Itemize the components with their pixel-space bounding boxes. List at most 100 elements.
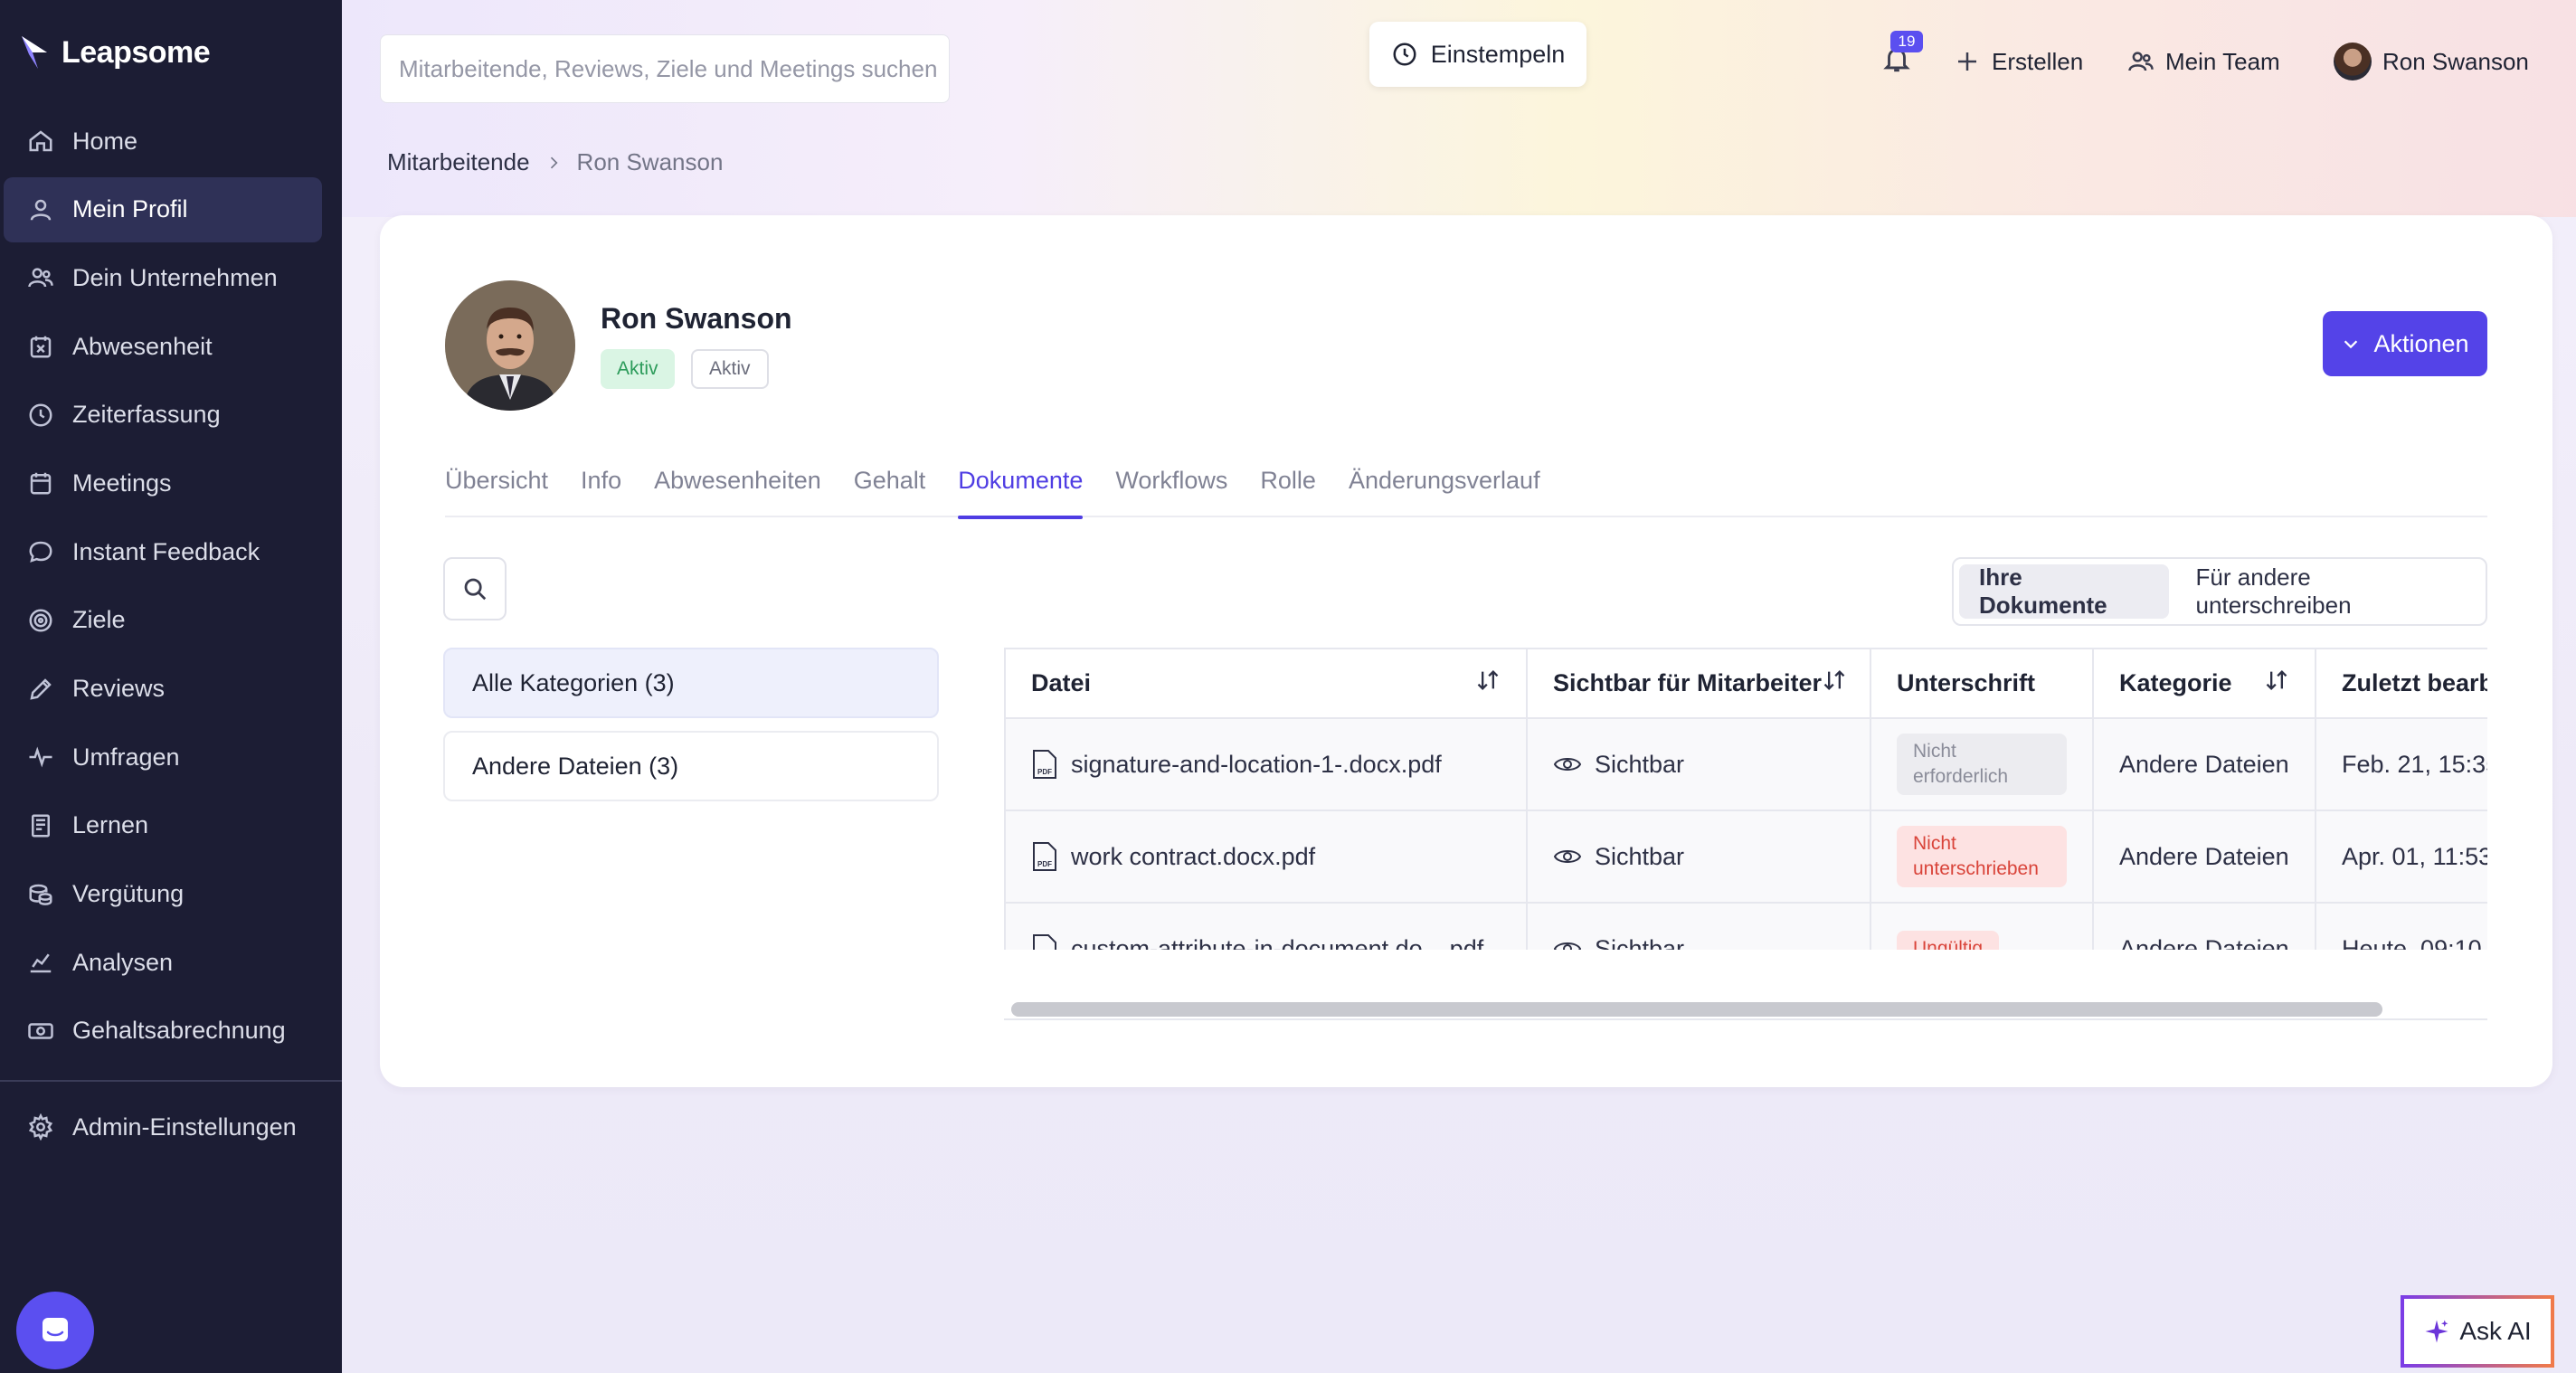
sidebar-item-meetings[interactable]: Meetings (4, 450, 322, 516)
sidebar-item-admin-einstellungen[interactable]: Admin-Einstellungen (4, 1094, 322, 1160)
tab-info[interactable]: Info (581, 461, 621, 517)
pencil-icon (30, 677, 52, 700)
pulse-icon (29, 746, 52, 768)
pdf-file-icon: PDF (1033, 842, 1056, 871)
user-menu[interactable]: Ron Swanson (2334, 43, 2529, 80)
tab-workflows[interactable]: Workflows (1115, 461, 1227, 517)
table-header-row: Datei Sichtbar für Mitarbeiter Unterschr… (1006, 649, 2487, 719)
chart-icon (30, 953, 52, 973)
create-button[interactable]: Erstellen (1954, 43, 2083, 80)
status-badge: Aktiv (601, 349, 675, 389)
ask-ai-label: Ask AI (2459, 1317, 2532, 1345)
sidebar-item-home[interactable]: Home (4, 109, 322, 174)
sidebar-item-label: Vergütung (72, 880, 185, 908)
leapsome-logo[interactable]: Leapsome (20, 33, 211, 72)
sidebar-item-label: Gehaltsabrechnung (72, 1017, 286, 1045)
sidebar-item-ziele[interactable]: Ziele (4, 588, 322, 653)
column-header-sichtbar[interactable]: Sichtbar für Mitarbeiter (1527, 649, 1871, 719)
my-team-button[interactable]: Mein Team (2127, 43, 2280, 80)
chat-icon (29, 541, 52, 563)
modified-cell: Feb. 21, 15:35 (2316, 718, 2487, 811)
column-header-label: Datei (1031, 669, 1092, 696)
coins-icon (29, 884, 52, 905)
ask-ai-button[interactable]: Ask AI (2401, 1295, 2554, 1368)
tab-rolle[interactable]: Rolle (1260, 461, 1316, 517)
tab-aenderungsverlauf[interactable]: Änderungsverlauf (1349, 461, 1540, 517)
money-icon (28, 1023, 53, 1039)
profile-name: Ron Swanson (601, 302, 792, 335)
document-search-button[interactable] (443, 557, 507, 620)
tab-abwesenheiten[interactable]: Abwesenheiten (654, 461, 821, 517)
profile-tabs: Übersicht Info Abwesenheiten Gehalt Doku… (445, 461, 2487, 519)
actions-button[interactable]: Aktionen (2323, 311, 2487, 376)
column-header-datei[interactable]: Datei (1006, 649, 1528, 719)
my-team-label: Mein Team (2165, 47, 2280, 75)
sidebar-item-analysen[interactable]: Analysen (4, 930, 322, 995)
tab-uebersicht[interactable]: Übersicht (445, 461, 548, 517)
eye-icon (1553, 758, 1582, 771)
sidebar: Leapsome Home Mein Profil Dein Unternehm… (0, 0, 342, 1373)
sort-icon[interactable] (1822, 668, 1847, 693)
category-alle-kategorien[interactable]: Alle Kategorien (3) (443, 648, 939, 718)
sidebar-item-dein-unternehmen[interactable]: Dein Unternehmen (4, 245, 322, 310)
modified-cell: Heute, 09:10 (2316, 903, 2487, 950)
create-label: Erstellen (1992, 47, 2084, 75)
sidebar-item-reviews[interactable]: Reviews (4, 657, 322, 722)
chevron-down-icon (2344, 340, 2358, 349)
sidebar-item-instant-feedback[interactable]: Instant Feedback (4, 519, 322, 584)
home-icon (29, 130, 52, 152)
visibility-label: Sichtbar (1595, 934, 1685, 951)
clock-in-label: Einstempeln (1430, 40, 1566, 68)
sidebar-item-gehaltsabrechnung[interactable]: Gehaltsabrechnung (4, 999, 322, 1064)
signature-status-badge: Nicht erforderlich (1897, 734, 2067, 795)
signature-status-badge: Nicht unterschrieben (1897, 826, 2067, 887)
file-name[interactable]: signature-and-location-1-.docx.pdf (1071, 751, 1442, 779)
clock-in-button[interactable]: Einstempeln (1369, 22, 1586, 87)
sidebar-item-zeiterfassung[interactable]: Zeiterfassung (4, 383, 322, 448)
global-search[interactable] (380, 34, 950, 103)
sidebar-item-umfragen[interactable]: Umfragen (4, 724, 322, 790)
sort-icon[interactable] (2264, 668, 2289, 693)
table-row[interactable]: PDF work contract.docx.pdf Sichtbar Nich… (1006, 810, 2487, 904)
sidebar-item-label: Meetings (72, 469, 172, 497)
users-icon (28, 268, 53, 288)
column-header-kategorie[interactable]: Kategorie (2093, 649, 2316, 719)
sort-icon[interactable] (1475, 668, 1501, 693)
search-icon (464, 578, 487, 601)
sidebar-item-abwesenheit[interactable]: Abwesenheit (4, 314, 322, 379)
table-scroll-track (1004, 1018, 2487, 1020)
visibility-label: Sichtbar (1595, 750, 1685, 778)
calendar-icon (30, 473, 52, 495)
tab-gehalt[interactable]: Gehalt (854, 461, 926, 517)
table-row[interactable]: PDF signature-and-location-1-.docx.pdf S… (1006, 718, 2487, 811)
file-name[interactable]: work contract.docx.pdf (1071, 843, 1315, 871)
clock-icon (1393, 43, 1416, 66)
toggle-ihre-dokumente[interactable]: Ihre Dokumente (1959, 563, 2169, 619)
sidebar-item-label: Home (72, 127, 138, 155)
table-horizontal-scrollbar[interactable] (1011, 1002, 2382, 1017)
table-row[interactable]: PDF custom-attribute-in-document.do....p… (1006, 903, 2487, 950)
svg-text:PDF: PDF (1037, 768, 1052, 776)
notification-count-badge: 19 (1890, 31, 1923, 52)
plus-icon (1958, 52, 1976, 71)
sidebar-item-verguetung[interactable]: Vergütung (4, 862, 322, 927)
file-name[interactable]: custom-attribute-in-document.do....pdf (1071, 935, 1483, 951)
documents-table: Datei Sichtbar für Mitarbeiter Unterschr… (1004, 648, 2487, 950)
profile-photo (445, 280, 575, 411)
breadcrumb-parent[interactable]: Mitarbeitende (387, 148, 530, 176)
column-header-zuletzt-bearbeitet[interactable]: Zuletzt bearb (2316, 649, 2487, 719)
sidebar-item-lernen[interactable]: Lernen (4, 793, 322, 858)
category-andere-dateien[interactable]: Andere Dateien (3) (443, 731, 939, 801)
sidebar-divider (0, 1080, 342, 1082)
sidebar-item-label: Zeiterfassung (72, 401, 221, 429)
document-scope-toggle: Ihre Dokumente Für andere unterschreiben (1952, 557, 2487, 626)
leapsome-logo-icon (22, 36, 47, 69)
tab-dokumente[interactable]: Dokumente (958, 461, 1084, 519)
support-chat-button[interactable] (16, 1292, 94, 1369)
global-search-input[interactable] (399, 54, 949, 83)
svg-text:PDF: PDF (1037, 860, 1052, 868)
toggle-fuer-andere-unterschreiben[interactable]: Für andere unterschreiben (2176, 563, 2480, 619)
book-icon (32, 814, 50, 838)
sidebar-item-label: Ziele (72, 606, 126, 634)
sidebar-item-mein-profil[interactable]: Mein Profil (4, 176, 322, 242)
